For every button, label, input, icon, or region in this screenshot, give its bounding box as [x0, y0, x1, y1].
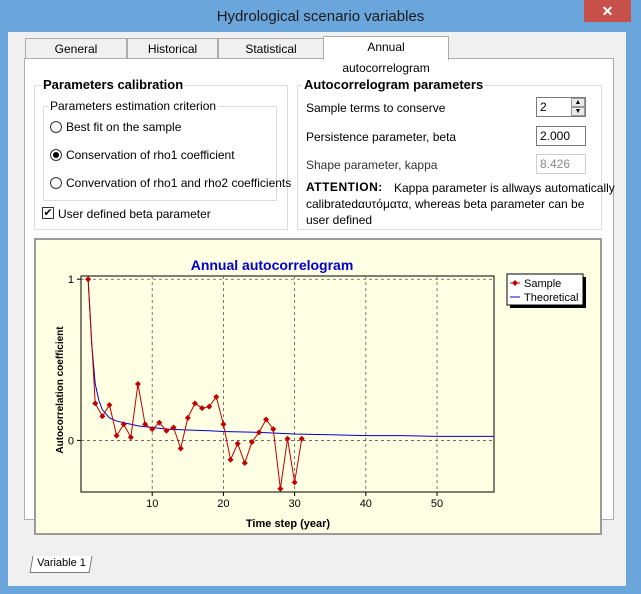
- plot-area: [80, 275, 495, 493]
- legend-shadow: [583, 277, 586, 308]
- autocorrelogram-chart: Annual autocorrelogram 10 20 30 40 50 0 1 Time…: [55, 257, 586, 530]
- beta-input[interactable]: 2.000: [536, 126, 586, 146]
- close-button[interactable]: ✕: [584, 0, 631, 22]
- window-frame-right: [626, 32, 641, 594]
- window-frame-left: [0, 32, 8, 594]
- x-tick-label-3: 40: [360, 498, 372, 510]
- radio-best-fit[interactable]: [50, 121, 62, 133]
- x-tick-label-2: 30: [288, 498, 300, 510]
- user-defined-beta-checkbox[interactable]: ✔: [42, 207, 54, 219]
- attention-line-1: Kappa parameter is allways automatically: [394, 181, 615, 195]
- tab-annual-autocorrelogram[interactable]: Annual autocorrelogram: [323, 36, 449, 75]
- user-defined-beta-label: User defined beta parameter: [58, 207, 211, 221]
- tab-general-information[interactable]: General information: [25, 38, 127, 76]
- radio-conservation-rho1[interactable]: [50, 149, 62, 161]
- y-tick-label-0: 0: [68, 435, 74, 447]
- chart-legend: Sample Theoretical: [506, 273, 586, 308]
- dialog-window: Hydrological scenario variables ✕ Genera…: [0, 0, 641, 594]
- radio-conservation-rho1-rho2-label: Convervation of rho1 and rho2 coefficien…: [66, 176, 292, 190]
- variable-tab[interactable]: Variable 1: [29, 556, 93, 573]
- y-tick-label-1: 1: [68, 274, 74, 286]
- legend-shadow-bottom: [510, 305, 586, 308]
- x-tick-label-1: 20: [217, 498, 229, 510]
- kappa-input: 8.426: [536, 154, 586, 174]
- beta-label: Persistence parameter, beta: [306, 130, 457, 144]
- tab-statistical-properties[interactable]: Statistical properties: [218, 38, 324, 76]
- radio-conservation-rho1-label: Conservation of rho1 coefficient: [66, 148, 235, 162]
- x-tick-label-0: 10: [146, 498, 158, 510]
- attention-line-2: calibratedαυτόματα, whereas beta paramet…: [306, 197, 585, 211]
- radio-best-fit-label: Best fit on the sample: [66, 120, 182, 134]
- window-title: Hydrological scenario variables: [216, 8, 425, 25]
- spin-down-button[interactable]: ▼: [571, 107, 585, 116]
- autocorrelogram-chart-panel: Annual autocorrelogram 10 20 30 40 50 0 1 Time…: [34, 238, 602, 535]
- legend-sample-label: Sample: [524, 278, 561, 290]
- variable-tab-label: Variable 1: [36, 557, 86, 569]
- x-tick-label-4: 50: [431, 498, 443, 510]
- tab-historical-sample[interactable]: Historical sample: [127, 38, 218, 76]
- x-axis-label: Time step (year): [246, 518, 331, 530]
- y-axis-label: Autocorrelation coefficient: [55, 326, 66, 454]
- kappa-label: Shape parameter, kappa: [306, 158, 438, 172]
- legend-theoretical-label: Theoretical: [524, 292, 578, 304]
- estimation-criterion-title: Parameters estimation criterion: [48, 99, 219, 113]
- autocorrelogram-parameters-title: Autocorrelogram parameters: [302, 77, 486, 92]
- parameters-calibration-title: Parameters calibration: [41, 77, 186, 92]
- window-frame-bottom: [0, 586, 641, 594]
- sample-terms-label: Sample terms to conserve: [306, 101, 446, 115]
- attention-label: ATTENTION:: [306, 180, 383, 194]
- attention-line-3: user defined: [306, 213, 373, 227]
- radio-conservation-rho1-rho2[interactable]: [50, 177, 62, 189]
- chart-title: Annual autocorrelogram: [191, 257, 354, 273]
- spin-up-button[interactable]: ▲: [571, 98, 585, 107]
